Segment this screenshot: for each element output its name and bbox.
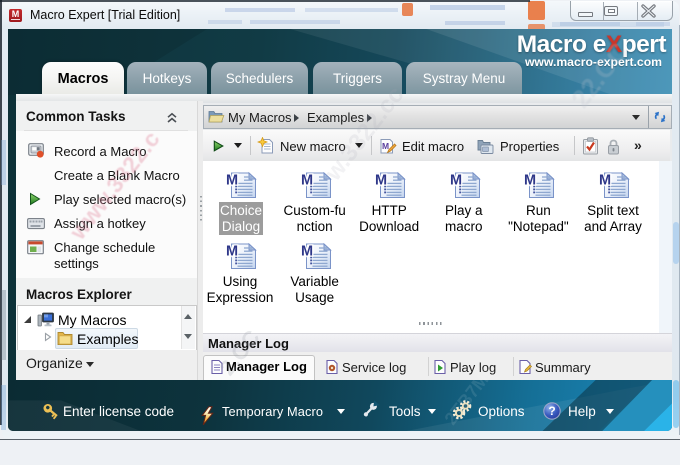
svg-text:M: M <box>450 173 462 189</box>
svg-text:M: M <box>599 173 611 189</box>
svg-text:M: M <box>301 244 313 260</box>
svg-text:?: ? <box>548 404 555 418</box>
svg-text:M: M <box>226 244 238 260</box>
svg-text:M: M <box>226 173 238 189</box>
svg-text:M: M <box>524 173 536 189</box>
svg-text:M: M <box>382 141 389 151</box>
svg-text:M: M <box>375 173 387 189</box>
